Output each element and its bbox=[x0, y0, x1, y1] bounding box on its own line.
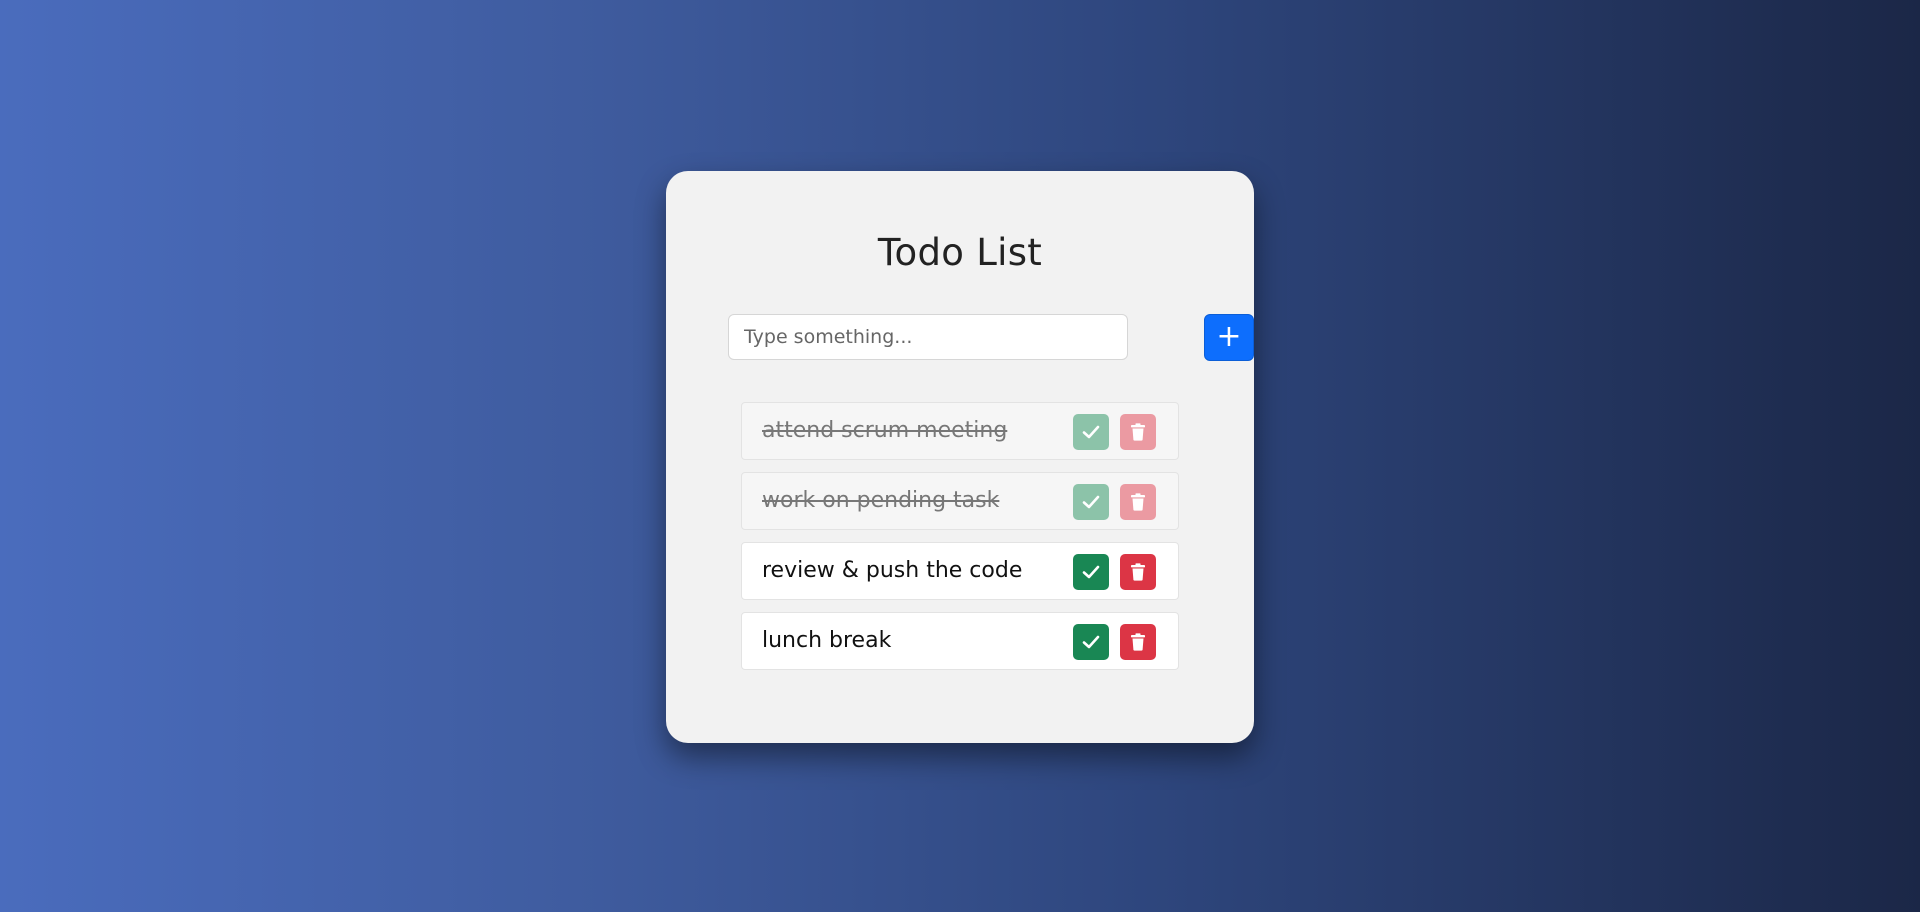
todo-list: attend scrum meeting work on pending tas… bbox=[741, 402, 1179, 682]
check-icon bbox=[1082, 635, 1100, 649]
check-icon bbox=[1082, 565, 1100, 579]
delete-button[interactable] bbox=[1120, 624, 1156, 660]
page-title: Todo List bbox=[877, 231, 1043, 274]
check-icon bbox=[1082, 495, 1100, 509]
delete-button[interactable] bbox=[1120, 554, 1156, 590]
todo-input[interactable] bbox=[728, 314, 1128, 360]
complete-button[interactable] bbox=[1073, 624, 1109, 660]
complete-button[interactable] bbox=[1073, 484, 1109, 520]
todo-card: Todo List + attend scrum meeting work on… bbox=[666, 171, 1254, 743]
todo-item: lunch break bbox=[741, 612, 1179, 670]
add-button[interactable]: + bbox=[1204, 314, 1254, 361]
plus-icon: + bbox=[1216, 319, 1242, 354]
todo-item: work on pending task bbox=[741, 472, 1179, 530]
todo-item: attend scrum meeting bbox=[741, 402, 1179, 460]
todo-item-text: attend scrum meeting bbox=[762, 418, 1008, 443]
todo-item-text: work on pending task bbox=[762, 488, 1000, 513]
trash-icon bbox=[1131, 423, 1145, 441]
check-icon bbox=[1082, 425, 1100, 439]
complete-button[interactable] bbox=[1073, 554, 1109, 590]
trash-icon bbox=[1131, 493, 1145, 511]
trash-icon bbox=[1131, 563, 1145, 581]
todo-item: review & push the code bbox=[741, 542, 1179, 600]
trash-icon bbox=[1131, 633, 1145, 651]
delete-button[interactable] bbox=[1120, 484, 1156, 520]
delete-button[interactable] bbox=[1120, 414, 1156, 450]
complete-button[interactable] bbox=[1073, 414, 1109, 450]
todo-item-text: lunch break bbox=[762, 628, 892, 653]
add-todo-row: + bbox=[728, 314, 1254, 362]
todo-item-text: review & push the code bbox=[762, 558, 1023, 583]
